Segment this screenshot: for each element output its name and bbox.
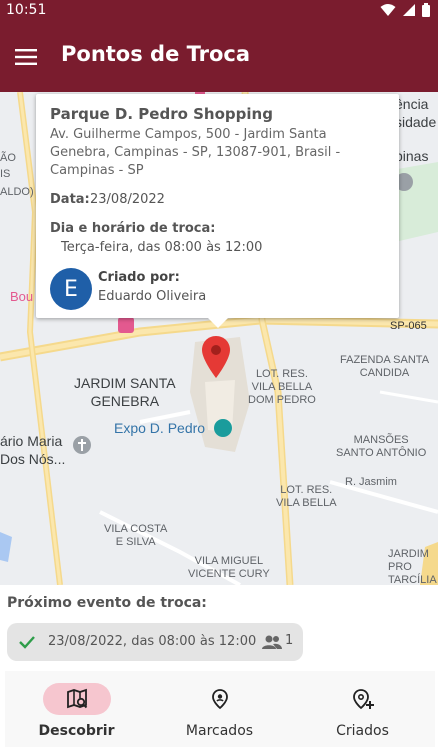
avatar: E bbox=[50, 268, 92, 310]
card-schedule-label: Dia e horário de troca: bbox=[50, 221, 216, 236]
status-icons bbox=[380, 3, 430, 17]
nav-label-descobrir: Descobrir bbox=[38, 723, 115, 739]
nav-item-marcados[interactable]: Marcados bbox=[148, 671, 291, 747]
menu-button[interactable] bbox=[8, 39, 44, 75]
hamburger-menu-icon bbox=[15, 49, 37, 65]
card-title: Parque D. Pedro Shopping bbox=[50, 105, 273, 123]
location-pin-icon bbox=[211, 689, 228, 710]
nav-icon-wrap-criados bbox=[329, 683, 397, 715]
location-pin-marker[interactable] bbox=[202, 336, 230, 378]
card-creator-label: Criado por: bbox=[98, 270, 180, 285]
map-label-pinas: pinas bbox=[395, 148, 429, 164]
status-time: 10:51 bbox=[6, 2, 47, 18]
map-label-maria: ário Maria Dos Nós... bbox=[0, 433, 66, 467]
app-bar: Pontos de Troca bbox=[0, 22, 438, 92]
nav-active-indicator bbox=[42, 683, 111, 715]
map-label-fazenda: FAZENDA SANTA CANDIDA bbox=[340, 354, 430, 379]
map-label-lot-res-vila-bella: LOT. RES. VILA BELLA bbox=[276, 484, 337, 509]
nav-label-marcados: Marcados bbox=[185, 723, 254, 739]
wifi-icon bbox=[380, 4, 396, 16]
next-event-chip[interactable]: 23/08/2022, das 08:00 às 12:00 1 bbox=[7, 623, 303, 661]
people-icon bbox=[262, 635, 282, 649]
nav-item-criados[interactable]: Criados bbox=[291, 671, 434, 747]
map-search-icon bbox=[66, 688, 87, 709]
card-creator-name: Eduardo Oliveira bbox=[98, 289, 207, 304]
bottom-navigation: Descobrir Marcados Criados bbox=[5, 671, 435, 747]
signal-icon bbox=[403, 4, 415, 16]
map-label-ao: ÃO bbox=[0, 152, 16, 164]
map-label-sp065: SP-065 bbox=[390, 320, 427, 332]
map-label-jasmim: R. Jasmim bbox=[345, 476, 397, 488]
status-bar: 10:51 bbox=[0, 0, 438, 22]
next-event-text: 23/08/2022, das 08:00 às 12:00 bbox=[48, 634, 257, 649]
map-label-sidade: sidade bbox=[395, 114, 437, 130]
map-label-lot-res-dom-pedro: LOT. RES. VILA BELLA DOM PEDRO bbox=[248, 368, 316, 406]
bottom-panel: Próximo evento de troca: 23/08/2022, das… bbox=[0, 585, 438, 749]
map-label-jardim-santa-genebra: JARDIM SANTA GENEBRA bbox=[74, 375, 176, 409]
map-label-aldo: ALDO) bbox=[0, 186, 34, 198]
location-info-card[interactable]: Parque D. Pedro Shopping Av. Guilherme C… bbox=[36, 94, 399, 328]
app-title: Pontos de Troca bbox=[61, 42, 251, 66]
battery-icon bbox=[422, 3, 430, 17]
card-date-value: 23/08/2022 bbox=[90, 192, 165, 207]
nav-icon-wrap-marcados bbox=[186, 683, 254, 715]
card-schedule-value: Terça-feira, das 08:00 às 12:00 bbox=[61, 240, 263, 255]
map-label-vila-miguel: VILA MIGUEL VICENTE CURY bbox=[188, 555, 270, 580]
location-add-icon bbox=[352, 689, 374, 710]
card-address: Av. Guilherme Campos, 500 - Jardim Santa… bbox=[50, 127, 341, 178]
nav-item-descobrir[interactable]: Descobrir bbox=[5, 671, 148, 747]
map-label-is: IS bbox=[0, 168, 11, 180]
next-event-label: Próximo evento de troca: bbox=[7, 595, 207, 611]
participant-count: 1 bbox=[285, 633, 294, 648]
check-icon bbox=[19, 636, 35, 649]
map-label-jardim-pro: JARDIM PRO TARCÍLIA bbox=[388, 548, 437, 585]
map-label-mansoes: MANSÕES SANTO ANTÔNIO bbox=[336, 434, 427, 459]
map-label-ciencia: ência bbox=[395, 96, 429, 112]
map-label-bou: Bou bbox=[10, 289, 34, 304]
map-label-expo: Expo D. Pedro bbox=[114, 420, 206, 436]
map-label-vila-costa: VILA COSTA E SILVA bbox=[104, 523, 168, 548]
nav-label-criados: Criados bbox=[336, 723, 389, 739]
card-date-label: Data: bbox=[50, 192, 90, 207]
